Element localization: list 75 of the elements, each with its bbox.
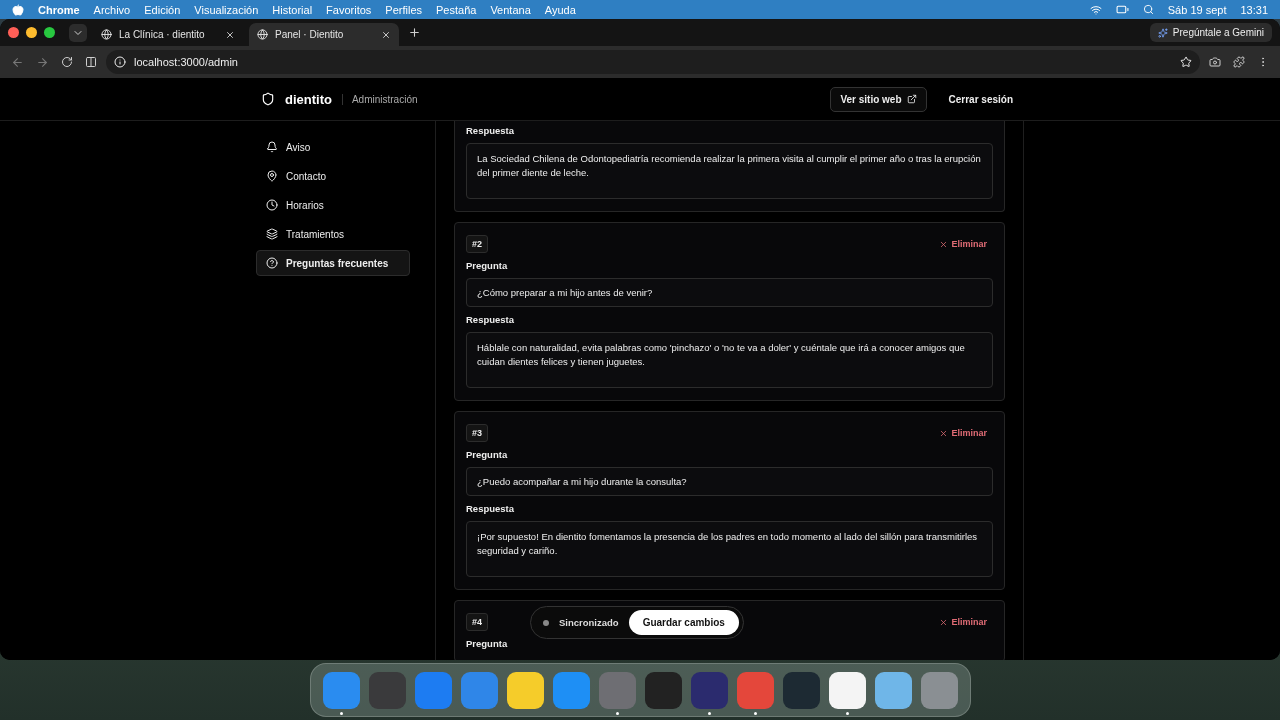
faq-number: #3: [466, 424, 488, 442]
layers-icon: [266, 228, 278, 240]
sidebar-item[interactable]: Horarios: [256, 192, 410, 218]
clock-icon: [266, 199, 278, 211]
menu-item[interactable]: Archivo: [93, 3, 131, 16]
save-button[interactable]: Guardar cambios: [628, 610, 739, 635]
faq-number: #2: [466, 235, 488, 253]
apple-icon[interactable]: [12, 3, 24, 16]
close-icon: [939, 239, 949, 249]
window-controls-drawing[interactable]: [8, 27, 55, 38]
bell-icon: [266, 141, 278, 153]
sidebar-item[interactable]: Tratamientos: [256, 221, 410, 247]
question-field[interactable]: ¿Puedo acompañar a mi hijo durante la consulta?: [466, 467, 993, 496]
sparkle-icon: [1157, 27, 1168, 38]
menu-item[interactable]: Chrome: [38, 3, 80, 16]
sidebar-item[interactable]: Preguntas frecuentes: [256, 250, 410, 276]
delete-button[interactable]: Eliminar: [933, 616, 993, 628]
battery-icon[interactable]: [1115, 3, 1129, 16]
help-icon: [266, 257, 278, 269]
view-site-button[interactable]: Ver sitio web: [830, 86, 927, 112]
brand-name[interactable]: dientito: [285, 91, 332, 107]
browser-tab[interactable]: Panel · Dientito: [249, 23, 399, 46]
delete-button[interactable]: Eliminar: [933, 427, 993, 439]
faq-number: #4: [466, 613, 488, 631]
menu-clock: 13:31: [1240, 3, 1268, 16]
sidebar-item[interactable]: Aviso: [256, 134, 410, 160]
menu-item[interactable]: Historial: [272, 3, 313, 16]
menu-item[interactable]: Ventana: [490, 3, 531, 16]
browser-tab[interactable]: La Clínica · dientito: [93, 23, 243, 46]
search-icon[interactable]: [1142, 4, 1154, 15]
sync-status: Sincronizado: [559, 617, 619, 628]
field-label: Pregunta: [466, 449, 509, 460]
answer-field[interactable]: La Sociedad Chilena de Odontopediatría recomienda realizar la primera visita al cumplir el primer año o tras la erupción del primer diente de leche.: [466, 143, 993, 199]
delete-button[interactable]: Eliminar: [933, 238, 993, 250]
field-label: Respuesta: [466, 314, 516, 325]
forward-arrow-icon: [36, 55, 49, 69]
section-title: Administración: [341, 93, 418, 105]
map-pin-icon: [266, 170, 278, 182]
wifi-icon[interactable]: [1089, 3, 1102, 16]
tab-list-button[interactable]: [69, 23, 87, 42]
close-icon[interactable]: [381, 29, 391, 40]
field-label: Respuesta: [466, 125, 516, 136]
menu-item[interactable]: Perfiles: [385, 3, 422, 16]
menu-item[interactable]: Favoritos: [326, 3, 372, 16]
globe-icon: [257, 29, 268, 40]
back-arrow-icon: [11, 55, 24, 69]
camera-icon: [1209, 56, 1221, 68]
close-icon[interactable]: [225, 29, 235, 40]
answer-field[interactable]: ¡Por supuesto! En dientito fomentamos la presencia de los padres en todo momento al lado del sillón para transmitirles seguridad y cariño.: [466, 521, 993, 577]
address-bar[interactable]: localhost:3000/admin: [106, 50, 1200, 74]
plus-icon: [408, 26, 421, 39]
menu-item[interactable]: Edición: [144, 3, 181, 16]
star-icon[interactable]: [1180, 56, 1192, 68]
menu-item[interactable]: Ayuda: [544, 3, 576, 16]
field-label: Pregunta: [466, 638, 509, 649]
external-link-icon: [906, 94, 917, 104]
field-label: Respuesta: [466, 503, 516, 514]
gemini-button[interactable]: Pregúntale a Gemini: [1149, 23, 1272, 42]
reload-icon: [61, 56, 73, 68]
menu-item[interactable]: Visualización: [194, 3, 259, 16]
logout-button[interactable]: Cerrar sesión: [942, 92, 1019, 106]
menu-date: Sáb 19 sept: [1167, 3, 1227, 16]
sidebar-item[interactable]: Contacto: [256, 163, 410, 189]
menu-item[interactable]: Pestaña: [436, 3, 477, 16]
field-label: Pregunta: [466, 260, 509, 271]
split-view-icon: [85, 56, 97, 68]
question-field[interactable]: ¿Cómo preparar a mi hijo antes de venir?: [466, 278, 993, 307]
close-icon: [939, 617, 949, 627]
extensions-button[interactable]: [1230, 53, 1248, 71]
answer-field[interactable]: Háblale con naturalidad, evita palabras como 'pinchazo' o 'no te va a doler' y cuéntale que irá a conocer amigos que cuidan dientes felices y tienen juguetes.: [466, 332, 993, 388]
info-icon[interactable]: [114, 56, 126, 68]
status-dot-icon: [543, 619, 549, 626]
globe-icon: [101, 29, 112, 40]
close-icon: [939, 428, 949, 438]
puzzle-icon: [1233, 56, 1245, 68]
